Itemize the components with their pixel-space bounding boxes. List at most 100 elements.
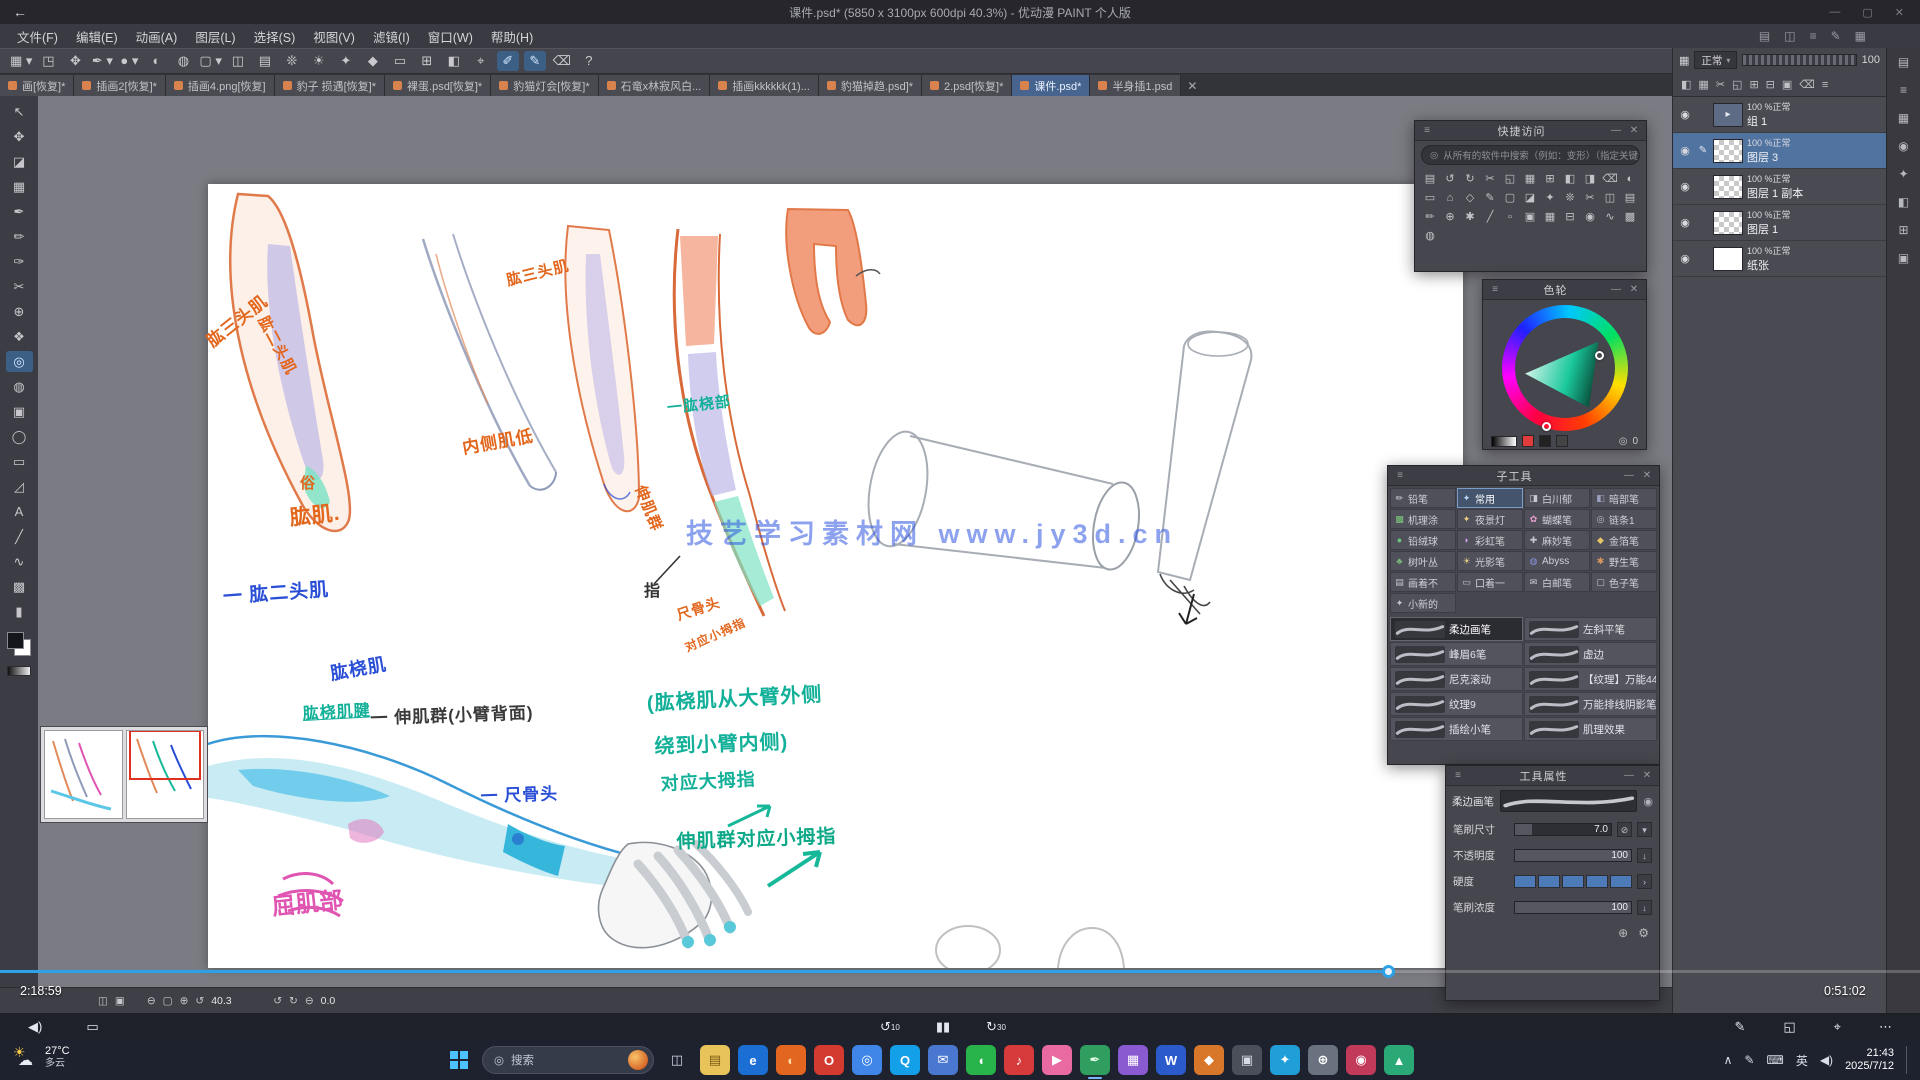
zoom-fit-icon[interactable]: ▢ — [163, 995, 173, 1007]
panel-menu-icon[interactable]: ≡ — [1452, 770, 1464, 781]
layer-name[interactable]: 图层 1 — [1747, 221, 1791, 237]
playlist-panel-icon[interactable]: ◱ — [1783, 1019, 1795, 1035]
foreground-color-swatch[interactable] — [7, 632, 24, 649]
line-tool[interactable]: ╱ — [6, 526, 33, 547]
menu-item[interactable]: 滤镜(I) — [364, 24, 419, 49]
quick-access-icon[interactable]: ✏ — [1420, 208, 1440, 227]
brush-item[interactable]: 万能排线阴影笔 — [1524, 692, 1657, 716]
subtool-category[interactable]: ✚ 麻妙笔 — [1524, 530, 1590, 550]
selection-eraser-icon[interactable]: ✎ — [524, 51, 546, 71]
document-tab[interactable]: 裸蛋.psd[恢复]* — [385, 75, 491, 96]
document-tab[interactable]: 插画kkkkkk(1)... — [710, 75, 819, 96]
subtool-category[interactable]: ● 铅绒球 — [1390, 530, 1456, 550]
layer-thumbnail[interactable] — [1713, 247, 1743, 271]
document-tab[interactable]: 石竜x林寂风白... — [599, 75, 711, 96]
quick-access-icon[interactable]: ✎ — [1480, 189, 1500, 208]
picker-icon[interactable]: ◎ — [1619, 436, 1628, 447]
word-app[interactable]: W — [1156, 1045, 1186, 1075]
subtool-category[interactable]: ✏ 铅笔 — [1390, 488, 1456, 508]
qq-app[interactable]: Q — [890, 1045, 920, 1075]
list-icon[interactable]: ▤ — [254, 51, 276, 71]
pattern-tool[interactable]: ▩ — [6, 576, 33, 597]
red-app[interactable]: ◉ — [1346, 1045, 1376, 1075]
curve-tool[interactable]: ∿ — [6, 551, 33, 572]
zoom-reset-icon[interactable]: ↺ — [195, 995, 204, 1007]
minimize-button[interactable]: — — [1829, 6, 1840, 19]
move-tool[interactable]: ✥ — [6, 126, 33, 147]
subtool-category[interactable]: ▤ 画着不 — [1390, 572, 1456, 592]
collapsed-panel-icon[interactable]: ◧ — [1898, 195, 1909, 209]
size-unit-icon[interactable]: ⊘ — [1617, 822, 1632, 837]
taskbar-clock[interactable]: 21:43 2025/7/12 — [1845, 1047, 1894, 1073]
layer-op-icon[interactable]: ⊞ — [1749, 78, 1758, 91]
quick-access-icon[interactable]: ⊞ — [1540, 170, 1560, 189]
rotate-cw-icon[interactable]: ↻ — [289, 995, 298, 1007]
panel-toggle-icon[interactable]: ≡ — [1810, 29, 1817, 43]
panel-minimize-icon[interactable]: — — [1610, 284, 1622, 295]
sparkle-icon[interactable]: ✦ — [335, 51, 357, 71]
quick-access-icon[interactable]: ◧ — [1560, 170, 1580, 189]
document-tab[interactable]: 半身插1.psd — [1090, 75, 1181, 96]
subtool-category[interactable]: ▢ 色子笔 — [1591, 572, 1657, 592]
gradient-tool[interactable]: ◿ — [6, 476, 33, 497]
quick-access-icon[interactable]: ❊ — [1560, 189, 1580, 208]
visibility-eye-icon[interactable]: ◉ — [1677, 216, 1693, 229]
tray-icon[interactable]: ✎ — [1744, 1053, 1754, 1067]
subtool-category[interactable]: ♣ 树叶丛 — [1390, 551, 1456, 571]
target-icon[interactable]: ⌖ — [470, 51, 492, 71]
quick-access-icon[interactable]: ↻ — [1460, 170, 1480, 189]
quick-access-icon[interactable]: ⊟ — [1560, 208, 1580, 227]
tab-close-icon[interactable]: ✕ — [1181, 79, 1207, 96]
browser-app[interactable]: ◎ — [852, 1045, 882, 1075]
design-app[interactable]: ▦ — [1118, 1045, 1148, 1075]
brush-item[interactable]: 【纹理】万能44 — [1524, 667, 1657, 691]
blend-icon[interactable]: ◐ — [145, 51, 167, 71]
collapsed-panel-icon[interactable]: ▤ — [1898, 55, 1909, 69]
subtool-category[interactable]: ✉ 白邮笔 — [1524, 572, 1590, 592]
brush-item[interactable]: 纹理9 — [1390, 692, 1523, 716]
ruler-tool[interactable]: ▮ — [6, 601, 33, 622]
statusbar-screen-icon[interactable]: ▣ — [115, 995, 125, 1007]
panel-close-icon[interactable]: ✕ — [1641, 470, 1653, 481]
quick-access-icon[interactable]: ⌂ — [1440, 189, 1460, 208]
more-options-icon[interactable]: ⋯ — [1879, 1019, 1892, 1035]
rotate-reset-icon[interactable]: ⊖ — [305, 995, 314, 1007]
quick-access-icon[interactable]: ⌫ — [1600, 170, 1620, 189]
mini-player-icon[interactable]: ⌖ — [1834, 1019, 1841, 1035]
eraser-tool[interactable]: ◪ — [6, 151, 33, 172]
layer-op-icon[interactable]: ◱ — [1732, 78, 1742, 91]
document-tab[interactable]: 课件.psd* — [1012, 75, 1090, 96]
lock-icon[interactable]: ◉ — [1643, 795, 1653, 808]
back-arrow-icon[interactable]: ← — [0, 4, 40, 20]
quick-access-icon[interactable]: ▦ — [1520, 170, 1540, 189]
panel-menu-icon[interactable]: ≡ — [1489, 284, 1501, 295]
show-desktop-button[interactable] — [1906, 1046, 1910, 1074]
rotate-ccw-icon[interactable]: ↺ — [273, 995, 282, 1007]
grid-icon[interactable]: ⊞ — [416, 51, 438, 71]
quick-access-icon[interactable]: ◪ — [1520, 189, 1540, 208]
tool-app[interactable]: ▣ — [1232, 1045, 1262, 1075]
value-gradient-chip[interactable] — [1491, 436, 1517, 447]
collapsed-panel-icon[interactable]: ◉ — [1898, 139, 1908, 153]
snowflake-icon[interactable]: ❊ — [281, 51, 303, 71]
brush-size-icon[interactable]: ● ▾ — [118, 51, 140, 71]
quick-access-icon[interactable]: ◐ — [1620, 170, 1640, 189]
subtool-category[interactable]: ◨ 白川郁 — [1524, 488, 1590, 508]
density-dynamics-icon[interactable]: ↓ — [1637, 900, 1652, 915]
menu-item[interactable]: 文件(F) — [8, 24, 67, 49]
subtool-category[interactable]: ✿ 蝴蝶笔 — [1524, 509, 1590, 529]
layer-thumbnail[interactable]: ▸ — [1713, 103, 1743, 127]
layer-thumbnail[interactable] — [1713, 175, 1743, 199]
brush-item[interactable]: 尼克滚动 — [1390, 667, 1523, 691]
visibility-eye-icon[interactable]: ◉ — [1677, 252, 1693, 265]
panel-menu-icon[interactable]: ≡ — [1394, 470, 1406, 481]
panel-close-icon[interactable]: ✕ — [1628, 284, 1640, 295]
opacity-icon[interactable]: ◍ — [172, 51, 194, 71]
annotate-pen-icon[interactable]: ✎ — [1734, 1019, 1745, 1035]
quick-access-icon[interactable]: ∿ — [1600, 208, 1620, 227]
text-tool[interactable]: A — [6, 501, 33, 522]
sv-selector-dot[interactable] — [1595, 351, 1604, 360]
panel-menu-icon[interactable]: ≡ — [1421, 125, 1433, 136]
layer-row[interactable]: ◉ ▸ 100 %正常 组 1 — [1673, 97, 1886, 133]
frame-icon[interactable]: ▭ — [389, 51, 411, 71]
